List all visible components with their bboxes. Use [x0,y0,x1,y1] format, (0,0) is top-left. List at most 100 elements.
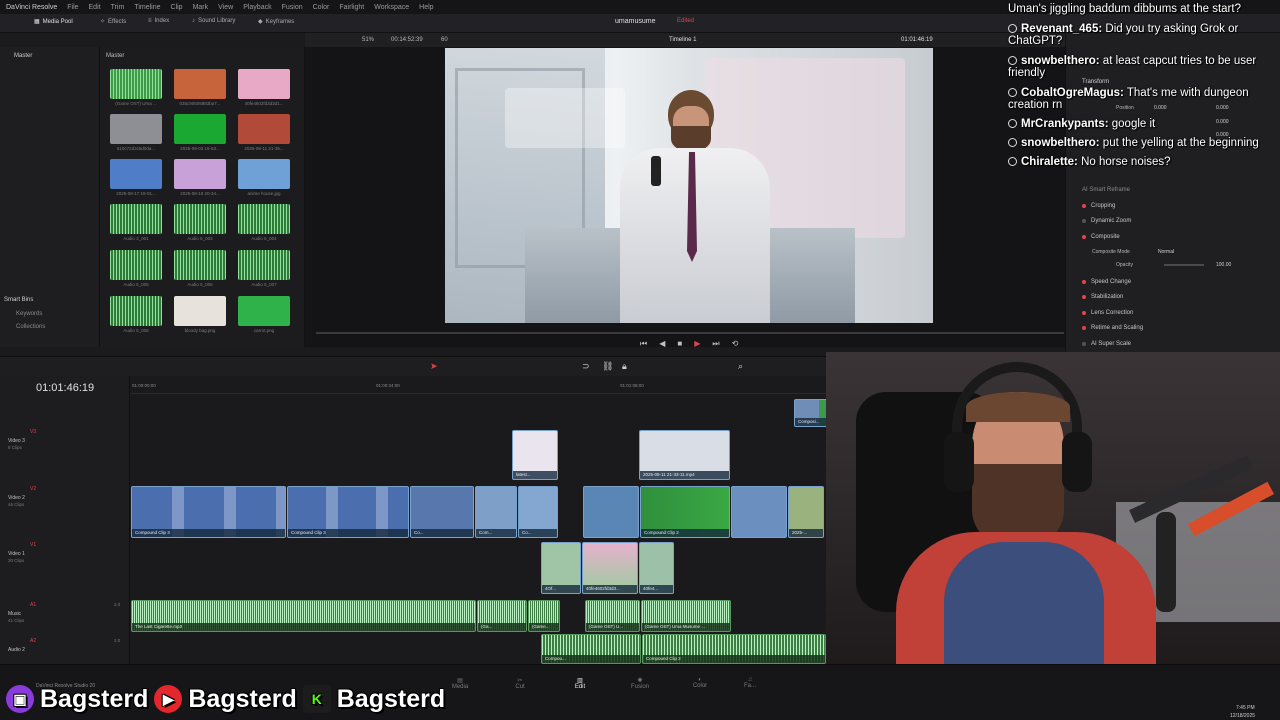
media-pool-thumbnail[interactable] [238,159,290,189]
menu-workspace[interactable]: Workspace [374,4,409,11]
media-pool-label: (Game OST) Uma ... [115,101,157,106]
menu-help[interactable]: Help [419,4,433,11]
media-pool-thumbnail[interactable] [174,296,226,326]
viewer-scrubber[interactable] [316,332,1064,334]
menu-timeline[interactable]: Timeline [134,4,160,11]
media-pool-thumbnail[interactable] [174,69,226,99]
page-label: Fa... [743,683,756,689]
menu-view[interactable]: View [218,4,233,11]
enable-dot-icon[interactable] [1082,219,1086,223]
speed-change-section[interactable]: Speed Change [1082,279,1131,285]
enable-dot-icon[interactable] [1082,311,1086,315]
media-pool-thumbnail[interactable] [174,204,226,234]
menu-file[interactable]: File [67,4,78,11]
media-pool-thumbnail[interactable] [238,204,290,234]
enable-dot-icon[interactable] [1082,204,1086,208]
menu-color[interactable]: Color [313,4,330,11]
bin-collections[interactable]: Collections [16,324,45,330]
track-id[interactable]: V1 [30,542,36,548]
enable-dot-icon[interactable] [1082,342,1086,346]
media-pool-button[interactable]: ▦ Media Pool [34,18,73,26]
media-pool-thumbnail[interactable] [238,296,290,326]
page-label: Color [692,683,708,689]
stabilization-section[interactable]: Stabilization [1082,294,1123,300]
composite-mode-select[interactable]: Normal [1158,249,1174,255]
track-clip-count: 8 Clips [8,445,22,450]
menu-clip[interactable]: Clip [171,4,183,11]
page-fairlight[interactable]: ♫ Fa... [730,677,770,689]
twitch-logo-icon: ▣ [6,685,34,713]
menu-mark[interactable]: Mark [193,4,209,11]
media-pool-thumbnail[interactable] [110,114,162,144]
loop-icon[interactable]: ⟲ [732,339,739,349]
media-pool-thumbnail[interactable] [238,114,290,144]
timeline-name[interactable]: Timeline 1 [669,37,696,43]
lock-icon[interactable]: 🔒︎ [622,361,627,372]
track-clip-count: 41 Clips [8,618,25,623]
media-pool-thumbnail[interactable] [110,250,162,280]
ai-super-scale-label: AI Super Scale [1091,341,1132,347]
zoom-icon[interactable]: ⌕ [738,361,743,372]
effects-button[interactable]: ✧ Effects [100,18,126,26]
track-name: Video 2 [8,495,25,501]
sound-library-label: Sound Library [198,18,236,24]
track-id[interactable]: A2 [30,638,36,644]
bin-master[interactable]: Master [14,53,32,59]
opacity-value[interactable]: 100.00 [1216,262,1231,268]
index-button[interactable]: ≡ Index [148,18,169,24]
media-pool-thumbnail[interactable] [238,250,290,280]
skip-start-icon[interactable]: ⏮ [640,339,647,349]
snapping-icon[interactable]: ⊃ [582,361,590,372]
step-back-icon[interactable]: ◀ [659,339,665,349]
menu-edit[interactable]: Edit [89,4,101,11]
lens-correction-section[interactable]: Lens Correction [1082,310,1133,316]
retime-section[interactable]: Retime and Scaling [1082,325,1143,331]
project-status-label: Edited [677,18,695,24]
sound-library-button[interactable]: ♪ Sound Library [192,18,235,24]
stop-icon[interactable]: ■ [677,339,682,349]
menu-fairlight[interactable]: Fairlight [339,4,364,11]
media-pool-thumbnail[interactable] [174,114,226,144]
track-id[interactable]: V3 [30,429,36,435]
selection-tool-icon[interactable]: ➤ [430,361,438,372]
viewer-frame[interactable] [445,48,933,323]
bin-keywords[interactable]: Keywords [16,311,42,317]
track-clip-count: 30 Clips [8,558,25,563]
cropping-section[interactable]: Cropping [1082,203,1115,209]
media-pool-thumbnail[interactable] [238,69,290,99]
enable-dot-icon[interactable] [1082,326,1086,330]
media-pool-thumbnail[interactable] [110,204,162,234]
play-icon[interactable]: ▶ [694,339,700,349]
composite-label: Composite [1091,234,1120,240]
keyframes-button[interactable]: ◆ Keyframes [258,18,294,26]
track-id[interactable]: V2 [30,486,36,492]
media-pool-thumbnail[interactable] [174,159,226,189]
project-status: Edited [677,18,694,24]
menu-trim[interactable]: Trim [111,4,125,11]
menu-playback[interactable]: Playback [243,4,271,11]
media-pool-thumbnail[interactable] [110,69,162,99]
page-edit[interactable]: ▥ Edit [560,677,600,690]
ai-reframe-heading[interactable]: AI Smart Reframe [1082,187,1130,193]
link-icon[interactable]: ⛓ [602,361,613,372]
page-cut[interactable]: ✂ Cut [500,677,540,690]
media-pool-thumbnail[interactable] [174,250,226,280]
opacity-slider[interactable] [1164,264,1204,266]
page-color[interactable]: ◐ Color [680,677,720,689]
enable-dot-icon[interactable] [1082,280,1086,284]
zoom-level[interactable]: 51% [362,37,374,43]
user-icon [1008,119,1017,129]
track-id[interactable]: A1 [30,602,36,608]
menu-fusion[interactable]: Fusion [282,4,303,11]
media-pool-label: Media Pool [42,18,73,25]
media-pool-thumbnail[interactable] [110,159,162,189]
enable-dot-icon[interactable] [1082,235,1086,239]
skip-end-icon[interactable]: ⏭ [712,339,719,349]
composite-section[interactable]: Composite [1082,234,1120,240]
page-fusion[interactable]: ✺ Fusion [620,677,660,690]
enable-dot-icon[interactable] [1082,295,1086,299]
media-pool-thumbnail[interactable] [110,296,162,326]
dynamic-zoom-section[interactable]: Dynamic Zoom [1082,218,1131,224]
ai-super-scale-section[interactable]: AI Super Scale [1082,341,1131,347]
page-label: Cut [515,684,525,690]
